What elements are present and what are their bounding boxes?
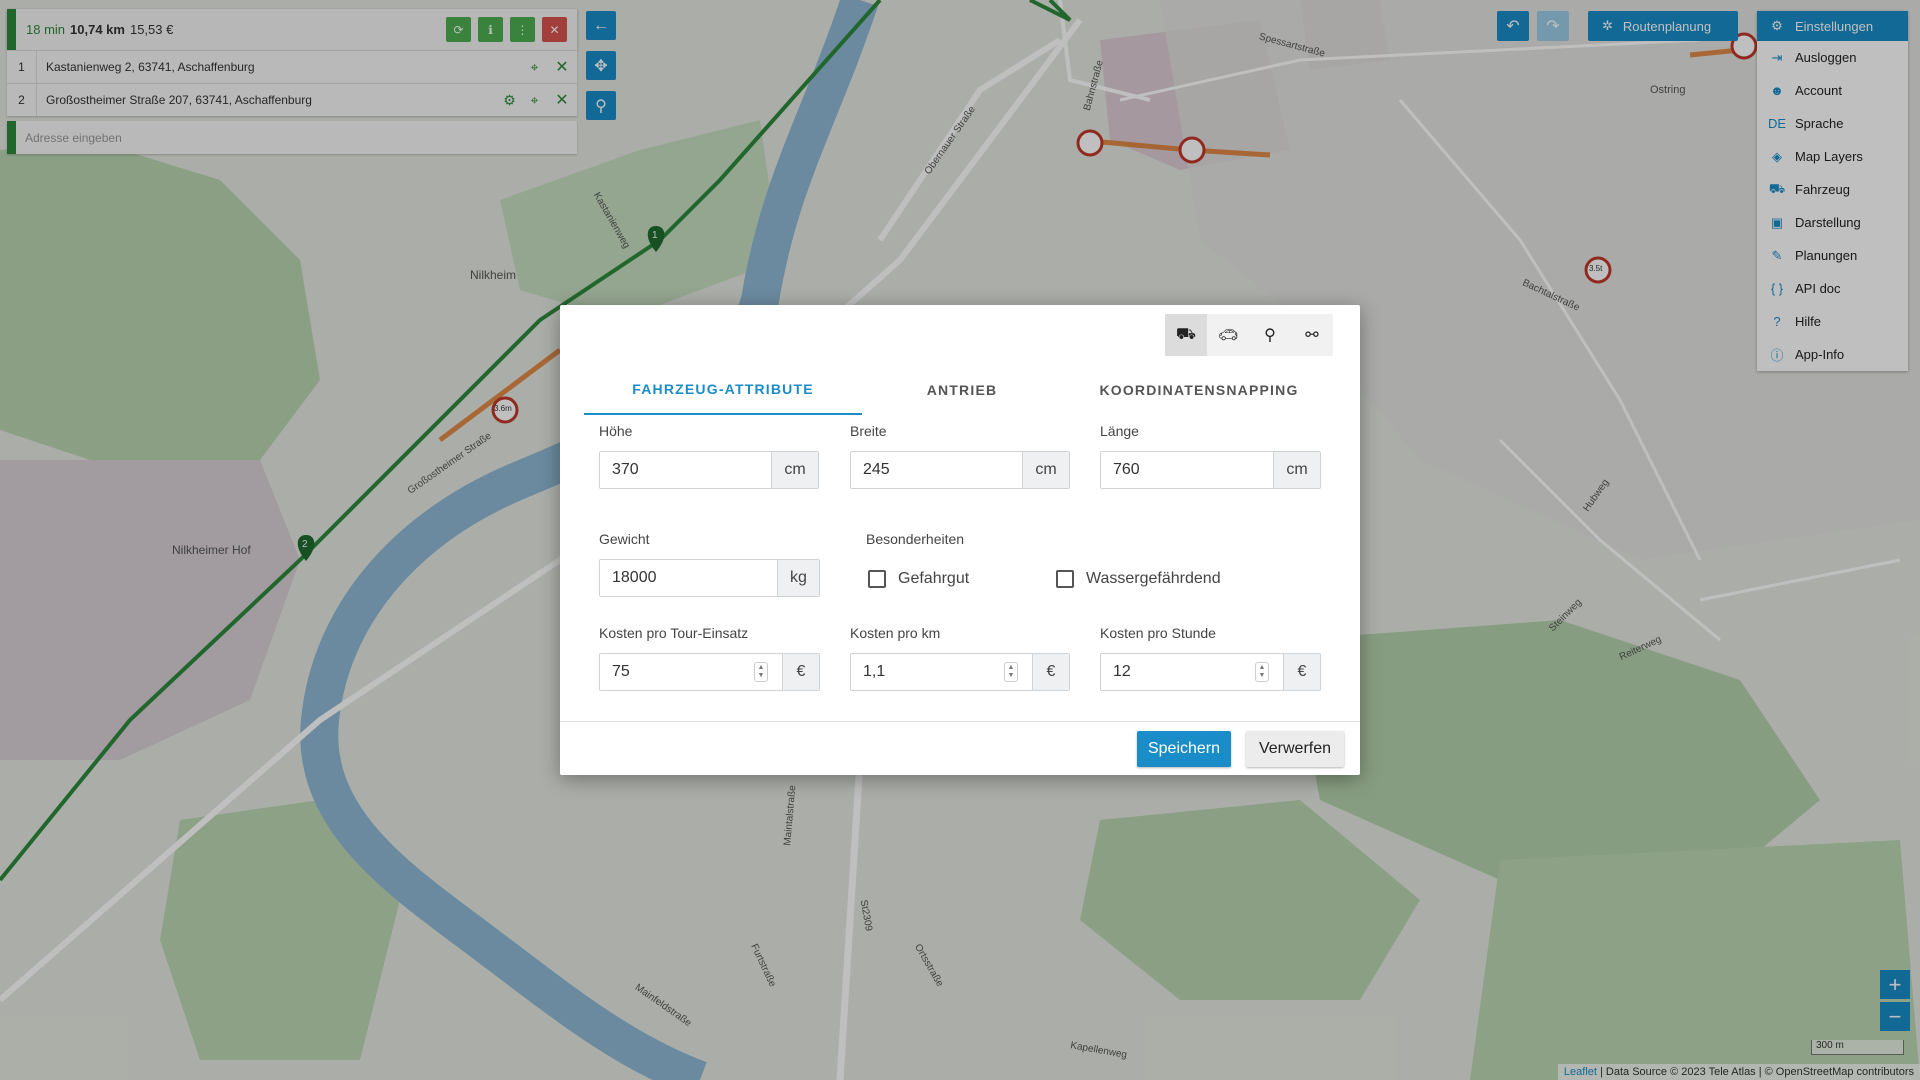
stepper-icon[interactable]: ▲ ▼: [1253, 654, 1271, 690]
width-input-group: 245 cm: [850, 451, 1070, 489]
length-input-group: 760 cm: [1100, 451, 1321, 489]
truck-icon[interactable]: ⛟: [1165, 314, 1207, 356]
tab-coordinate-snapping[interactable]: KOORDINATENSNAPPING: [1062, 365, 1336, 415]
water-hazard-checkbox[interactable]: Wassergefährdend: [1056, 570, 1221, 588]
length-unit: cm: [1273, 452, 1320, 488]
width-input[interactable]: 245: [851, 452, 1022, 488]
length-field: Länge 760 cm: [1100, 423, 1321, 489]
checkbox-box[interactable]: [1056, 570, 1074, 588]
car-icon[interactable]: 🚗︎: [1207, 314, 1249, 356]
checkbox-box[interactable]: [868, 570, 886, 588]
cost-per-km-input-group: 1,1 ▲ ▼ €: [850, 653, 1070, 691]
cost-per-hour-label: Kosten pro Stunde: [1100, 625, 1216, 641]
width-field: Breite 245 cm: [850, 423, 1070, 489]
tab-vehicle-attributes[interactable]: FAHRZEUG-ATTRIBUTE: [584, 365, 862, 415]
length-input[interactable]: 760: [1101, 452, 1273, 488]
cost-per-km-field: Kosten pro km 1,1 ▲ ▼ €: [850, 625, 1070, 691]
discard-button[interactable]: Verwerfen: [1246, 731, 1344, 767]
cost-per-km-unit: €: [1032, 654, 1069, 690]
height-input[interactable]: 370: [600, 452, 771, 488]
water-hazard-label: Wassergefährdend: [1086, 570, 1221, 587]
dialog-footer: Speichern Verwerfen: [560, 721, 1360, 775]
vehicle-type-selector: ⛟ 🚗︎ ⚲ ⚯: [1165, 314, 1333, 356]
height-label: Höhe: [599, 423, 633, 439]
width-unit: cm: [1022, 452, 1069, 488]
stepper-icon[interactable]: ▲ ▼: [1002, 654, 1020, 690]
cost-per-hour-field: Kosten pro Stunde 12 ▲ ▼ €: [1100, 625, 1321, 691]
cost-per-tour-input[interactable]: 75: [600, 654, 752, 690]
vehicle-settings-dialog: ⛟ 🚗︎ ⚲ ⚯ FAHRZEUG-ATTRIBUTE ANTRIEB KOOR…: [560, 305, 1360, 775]
weight-field: Gewicht 18000 kg: [599, 531, 820, 597]
cost-per-tour-input-group: 75 ▲ ▼ €: [599, 653, 820, 691]
cost-per-km-input[interactable]: 1,1: [851, 654, 1002, 690]
special-features-label: Besonderheiten: [866, 531, 965, 547]
cost-per-hour-input-group: 12 ▲ ▼ €: [1100, 653, 1321, 691]
save-button[interactable]: Speichern: [1137, 731, 1231, 767]
racing-bicycle-icon[interactable]: ⚯: [1291, 314, 1333, 356]
stepper-icon[interactable]: ▲ ▼: [752, 654, 770, 690]
weight-input-group: 18000 kg: [599, 559, 820, 597]
weight-unit: kg: [777, 560, 819, 596]
cost-per-tour-label: Kosten pro Tour-Einsatz: [599, 625, 749, 641]
height-input-group: 370 cm: [599, 451, 819, 489]
length-label: Länge: [1100, 423, 1139, 439]
width-label: Breite: [850, 423, 887, 439]
bicycle-icon[interactable]: ⚲: [1249, 314, 1291, 356]
height-unit: cm: [771, 452, 818, 488]
cost-per-hour-unit: €: [1283, 654, 1320, 690]
weight-label: Gewicht: [599, 531, 650, 547]
weight-input[interactable]: 18000: [600, 560, 777, 596]
hazardous-goods-checkbox[interactable]: Gefahrgut: [868, 570, 969, 588]
dialog-tabs: FAHRZEUG-ATTRIBUTE ANTRIEB KOORDINATENSN…: [584, 365, 1336, 415]
hazardous-goods-label: Gefahrgut: [898, 570, 970, 587]
height-field: Höhe 370 cm: [599, 423, 819, 489]
cost-per-tour-field: Kosten pro Tour-Einsatz 75 ▲ ▼ €: [599, 625, 820, 691]
cost-per-tour-unit: €: [782, 654, 819, 690]
cost-per-km-label: Kosten pro km: [850, 625, 941, 641]
tab-drive[interactable]: ANTRIEB: [862, 365, 1062, 415]
cost-per-hour-input[interactable]: 12: [1101, 654, 1253, 690]
